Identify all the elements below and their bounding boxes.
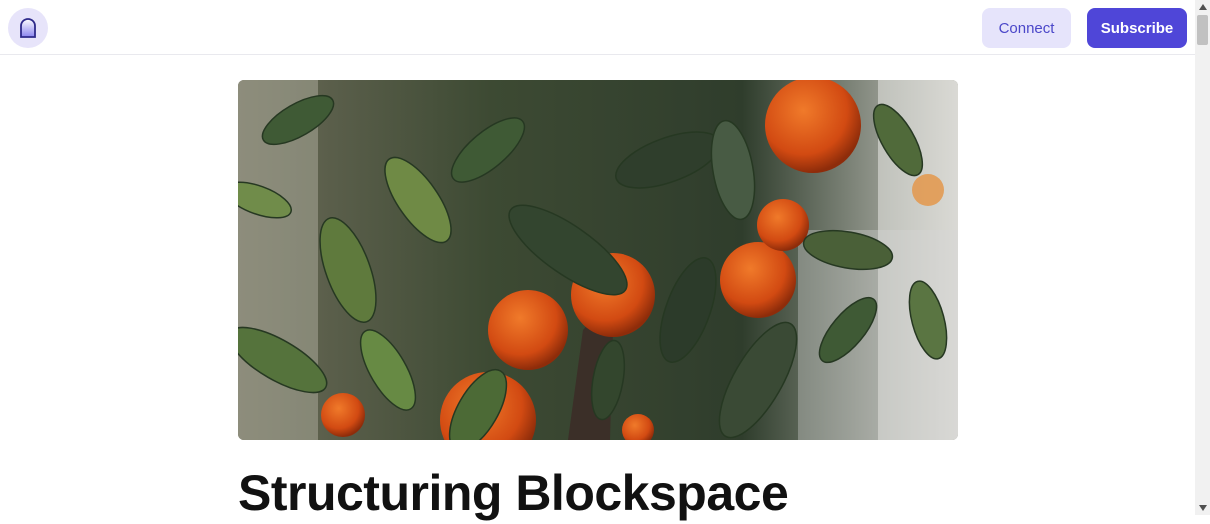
connect-button[interactable]: Connect [982, 8, 1071, 48]
hero-image [238, 80, 958, 440]
orange-tree-photo [238, 80, 958, 440]
triangle-up-icon [1198, 4, 1207, 10]
scroll-down-button[interactable] [1195, 501, 1210, 515]
arch-door-icon [20, 18, 36, 38]
site-header: Connect Subscribe [0, 0, 1195, 55]
subscribe-button[interactable]: Subscribe [1087, 8, 1187, 48]
site-logo[interactable] [8, 8, 48, 48]
scroll-up-button[interactable] [1195, 0, 1210, 14]
triangle-down-icon [1198, 505, 1207, 511]
scrollbar-thumb[interactable] [1197, 15, 1208, 45]
vertical-scrollbar[interactable] [1195, 0, 1210, 515]
